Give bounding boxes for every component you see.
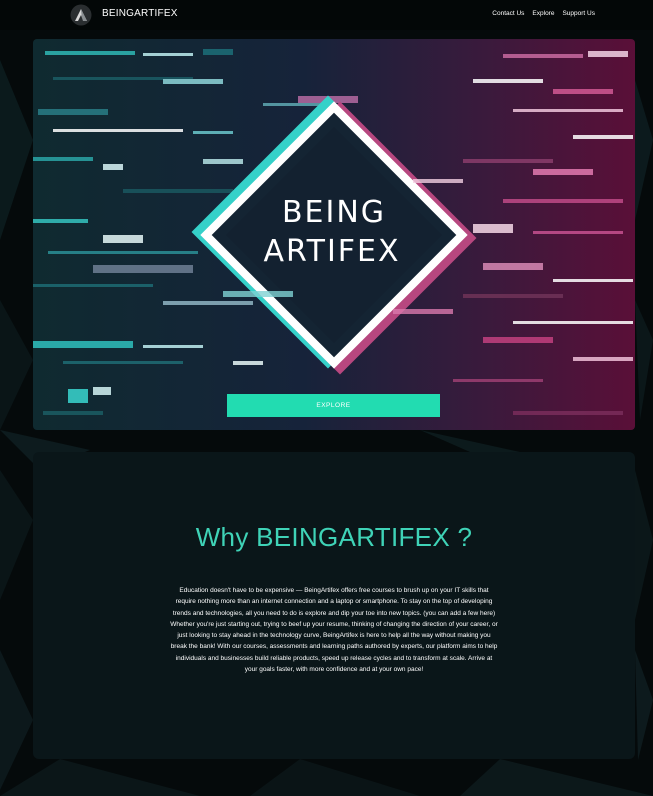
why-description: Education doesn't have to be expensive —… [170,587,498,674]
hero-title-line-1: BEING [282,195,386,230]
why-section: Why BEINGARTIFEX ? Education doesn't hav… [33,452,635,759]
nav-contact-us[interactable]: Contact Us [492,10,524,17]
brand-logo-icon[interactable] [70,4,92,26]
top-navbar: BEINGARTIFEX Contact Us Explore Support … [0,0,653,30]
brand-name[interactable]: BEINGARTIFEX [102,8,178,19]
glitch-hero-graphic: BEING ARTIFEX [33,39,635,430]
explore-button[interactable]: EXPLORE [227,394,440,417]
nav-explore[interactable]: Explore [532,10,554,17]
why-title: Why BEINGARTIFEX ? [195,522,473,552]
main-nav: Contact Us Explore Support Us [492,10,595,17]
hero-title-line-2: ARTIFEX [263,234,400,269]
nav-support-us[interactable]: Support Us [562,10,595,17]
hero-banner: BEING ARTIFEX EXPLORE [33,39,635,430]
